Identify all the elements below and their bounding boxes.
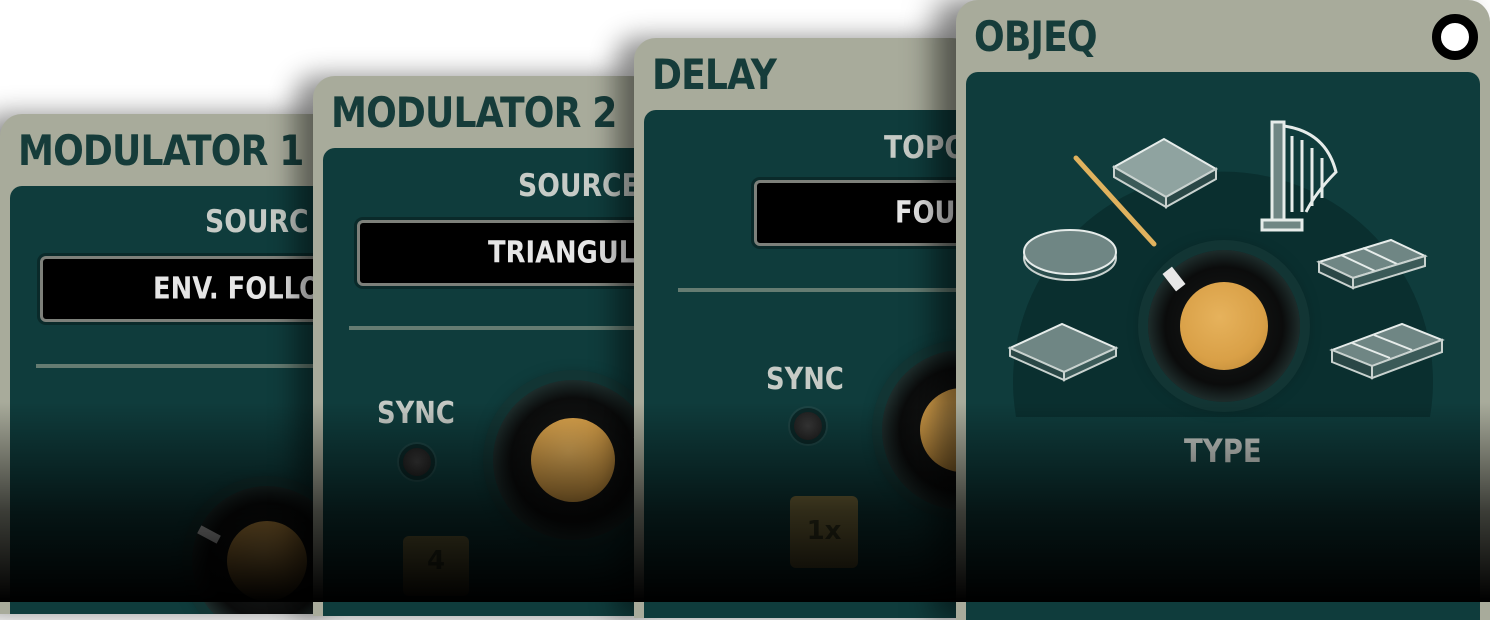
rate-multiplier-chip[interactable]: 4 <box>403 536 469 596</box>
source-display[interactable]: ENV. FOLLO <box>40 256 340 322</box>
type-knob[interactable] <box>1148 250 1300 402</box>
knob-indicator <box>1162 266 1186 292</box>
knob-cap <box>531 418 615 502</box>
knob-cap <box>1180 282 1268 370</box>
source-display-value: ENV. FOLLO <box>153 271 322 307</box>
sync-label: SYNC <box>766 362 844 397</box>
topology-display-value: FOU <box>895 195 956 231</box>
knob-cap <box>227 521 307 601</box>
rate-knob[interactable] <box>493 380 653 540</box>
panel-body: SOURCE TRIANGUL SYNC 4 <box>323 148 653 616</box>
delay-panel: DELAY TOPO FOU SYNC 1x <box>634 38 974 618</box>
panel-title: MODULATOR 2 <box>331 88 617 137</box>
separator <box>349 326 649 330</box>
source-display[interactable]: TRIANGUL <box>357 220 653 286</box>
separator <box>36 364 336 368</box>
sync-led-button[interactable] <box>790 408 826 444</box>
sync-led-button[interactable] <box>399 444 435 480</box>
type-label: TYPE <box>1184 432 1262 470</box>
plugin-panels-stage: MODULATOR 1 SOURC ENV. FOLLO MODULATOR 2… <box>0 0 1490 620</box>
modulator-2-panel: MODULATOR 2 SOURCE TRIANGUL SYNC 4 <box>313 76 653 616</box>
panel-title: OBJEQ <box>974 12 1098 61</box>
separator <box>678 288 974 292</box>
source-display-value: TRIANGUL <box>488 235 636 271</box>
panel-body: TYPE <box>966 72 1480 620</box>
membrane-icon[interactable] <box>1023 229 1117 281</box>
panel-title: DELAY <box>652 50 777 99</box>
topology-display[interactable]: FOU <box>754 180 974 246</box>
modulator-1-panel: MODULATOR 1 SOURC ENV. FOLLO <box>0 114 340 614</box>
topology-label: TOPO <box>884 130 968 166</box>
source-label: SOURCE <box>518 168 640 204</box>
panel-title: MODULATOR 1 <box>18 126 304 175</box>
panel-body: TOPO FOU SYNC 1x <box>644 110 974 618</box>
knob-indicator <box>197 525 221 544</box>
power-toggle-icon[interactable] <box>1432 14 1478 60</box>
source-label: SOURC <box>205 204 309 240</box>
panel-body: SOURC ENV. FOLLO <box>10 186 340 614</box>
time-multiplier-chip[interactable]: 1x <box>790 496 858 568</box>
objeq-panel: OBJEQ TYPE <box>956 0 1490 620</box>
sync-label: SYNC <box>377 396 455 431</box>
